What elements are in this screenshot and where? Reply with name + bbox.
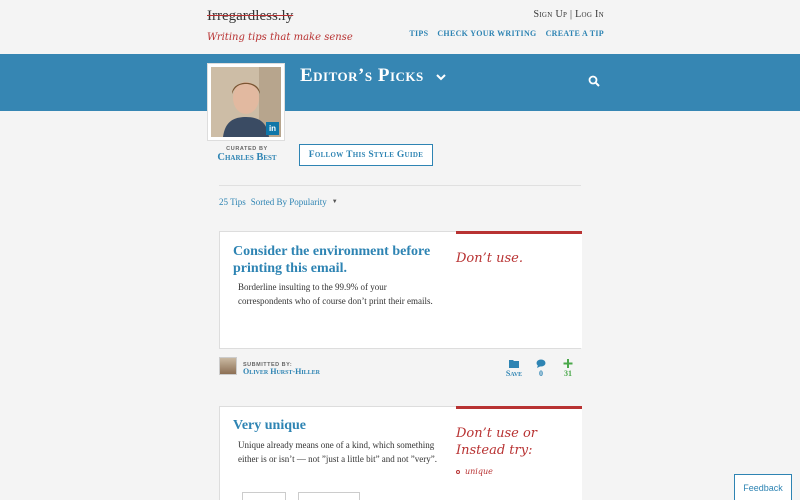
curator-avatar[interactable]: in (207, 63, 285, 141)
nav-check-your-writing[interactable]: Check Your Writing (437, 29, 536, 38)
comment-count: 0 (539, 369, 543, 378)
curator-photo: in (211, 67, 281, 137)
tag-chip[interactable] (298, 492, 360, 500)
comments-button[interactable]: 0 (530, 359, 552, 378)
account-separator: | (569, 9, 573, 20)
sort-label: Sorted By Popularity (250, 197, 327, 207)
feedback-button[interactable]: Feedback (734, 474, 792, 500)
nav-tips[interactable]: Tips (409, 29, 428, 38)
tip-count: 25 Tips (219, 197, 246, 207)
comment-icon (536, 359, 546, 368)
save-button[interactable]: Save (503, 359, 525, 378)
page-title[interactable]: Editor’s Picks (300, 65, 424, 87)
tip-body: Borderline insulting to the 99.9% of you… (238, 282, 433, 306)
suggestion-text: unique (465, 467, 493, 476)
search-icon[interactable] (588, 75, 600, 87)
follow-style-guide-button[interactable]: Follow This Style Guide (299, 144, 433, 166)
top-navigation: Tips Check Your Writing Create a Tip (409, 29, 604, 38)
site-logo[interactable]: Irregardless.ly (207, 8, 293, 25)
tip-body: Unique already means one of a kind, whic… (238, 440, 438, 464)
sign-up-link[interactable]: Sign Up (533, 9, 567, 20)
tip-content: Consider the environment before printing… (220, 232, 456, 348)
plus-icon (563, 359, 573, 368)
tip-title[interactable]: Consider the environment before printing… (233, 244, 438, 278)
bullet-icon (456, 469, 460, 474)
nav-create-a-tip[interactable]: Create a Tip (546, 29, 604, 38)
submitter-avatar[interactable] (219, 357, 237, 375)
section-divider (219, 185, 581, 186)
folder-icon (509, 360, 519, 368)
tip-content: Very unique Unique already means one of … (220, 407, 456, 500)
chevron-down-icon[interactable] (436, 72, 446, 82)
vote-count: 31 (564, 369, 572, 378)
tip-card: Consider the environment before printing… (219, 231, 582, 349)
sort-dropdown[interactable]: Sorted By Popularity ▼ (251, 197, 338, 207)
tip-tags (242, 492, 360, 500)
suggestion-item[interactable]: unique (456, 467, 493, 476)
site-tagline: Writing tips that make sense (207, 32, 353, 43)
log-in-link[interactable]: Log In (575, 9, 604, 20)
linkedin-icon[interactable]: in (266, 122, 279, 135)
account-links: Sign Up | Log In (533, 9, 604, 20)
tip-verdict-panel: Don’t use or Instead try: unique (456, 406, 582, 500)
listing-controls: 25 Tips Sorted By Popularity ▼ (219, 197, 338, 207)
submitter-name[interactable]: Oliver Hurst-Hiller (243, 367, 320, 376)
tip-card: Very unique Unique already means one of … (219, 406, 582, 500)
tag-chip[interactable] (242, 492, 286, 500)
tip-verdict: Don’t use. (456, 251, 523, 266)
save-label: Save (505, 369, 523, 378)
tip-verdict-panel: Don’t use. (456, 231, 582, 348)
suggestion-list: unique (456, 467, 493, 476)
upvote-button[interactable]: 31 (557, 359, 579, 378)
page-banner: Editor’s Picks (0, 54, 800, 111)
curator-name[interactable]: Charles Best (207, 152, 287, 163)
tip-verdict: Don’t use or Instead try: (456, 426, 538, 458)
tip-title[interactable]: Very unique (233, 418, 306, 435)
caret-down-icon: ▼ (331, 199, 338, 205)
